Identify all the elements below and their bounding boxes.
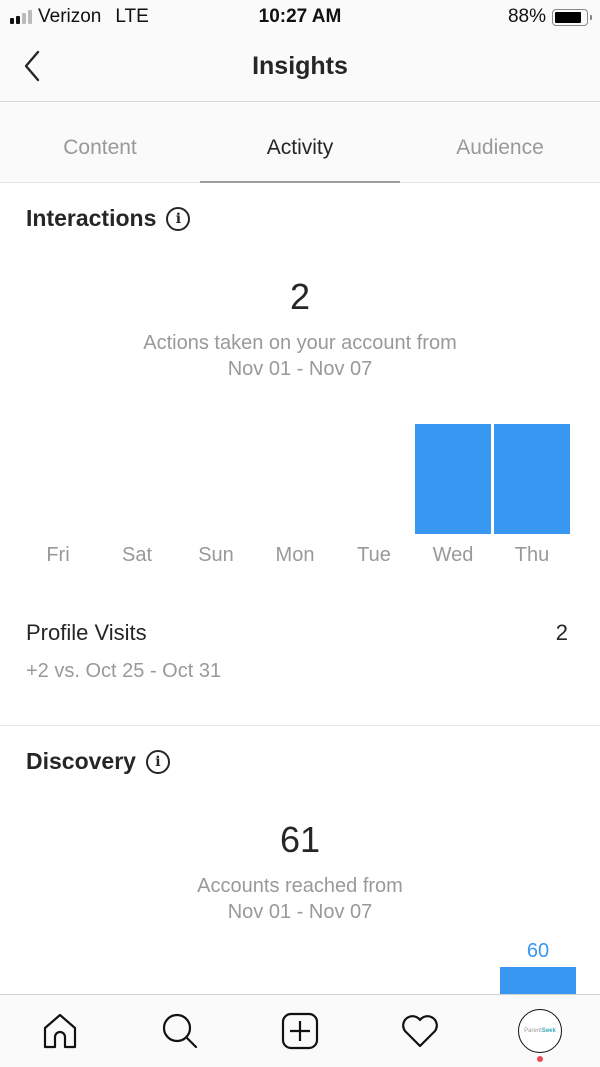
profile-visits-comparison: +2 vs. Oct 25 - Oct 31 — [26, 660, 222, 682]
page-title: Insights — [252, 52, 348, 80]
nav-header: Insights — [0, 34, 600, 102]
battery-icon — [552, 8, 592, 26]
interactions-title: Interactions — [26, 205, 157, 231]
discovery-caption-line1: Accounts reached from — [197, 875, 403, 897]
tab-content[interactable]: Content — [0, 103, 200, 182]
info-icon[interactable]: i — [166, 206, 191, 231]
info-icon[interactable]: i — [145, 749, 170, 774]
discovery-caption-line2: Nov 01 - Nov 07 — [227, 901, 373, 923]
chart-xlabel-sun: Sun — [198, 544, 234, 566]
profile-visits-label: Profile Visits — [26, 620, 147, 645]
bottom-nav: Parent Seek — [0, 994, 600, 1067]
profile-visits-value: 2 — [555, 620, 568, 645]
avatar-text-parent: Parent — [524, 1028, 542, 1034]
interactions-bar-chart: Fri Sat Sun Mon Tue Wed Thu — [22, 410, 578, 580]
heart-icon — [402, 1015, 438, 1048]
chart-xlabel-sat: Sat — [121, 544, 153, 566]
profile-visits-row[interactable]: Profile Visits 2 — [26, 620, 568, 650]
nav-search[interactable] — [120, 995, 240, 1067]
tab-activity[interactable]: Activity — [200, 103, 400, 183]
discovery-title: Discovery — [26, 748, 136, 774]
interactions-caption-line1: Actions taken on your account from — [143, 332, 457, 354]
discovery-total: 61 — [279, 819, 321, 860]
chart-xlabel-tue: Tue — [357, 544, 391, 566]
battery-status: 88% — [507, 6, 592, 28]
interactions-caption-line2: Nov 01 - Nov 07 — [227, 358, 373, 380]
chart-bar-wed[interactable] — [415, 424, 491, 534]
chart-xlabel-thu: Thu — [514, 544, 550, 566]
discovery-bar-label-thu: 60 — [526, 940, 550, 962]
nav-new-post[interactable] — [240, 995, 360, 1067]
discovery-bar-thu — [500, 967, 576, 994]
avatar-text-seek: Seek — [541, 1028, 556, 1034]
chart-bar-thu[interactable] — [494, 424, 570, 534]
chart-xlabel-fri: Fri — [46, 544, 70, 566]
nav-activity[interactable] — [360, 995, 480, 1067]
battery-percent: 88% — [507, 6, 546, 27]
avatar: Parent Seek — [518, 1009, 562, 1053]
search-icon — [162, 1013, 198, 1049]
chart-xlabel-mon: Mon — [275, 544, 315, 566]
home-icon — [43, 1013, 77, 1049]
nav-home[interactable] — [0, 995, 120, 1067]
status-bar: Verizon LTE 10:27 AM 88% — [0, 0, 600, 34]
discovery-heading: Discovery i — [26, 748, 170, 775]
section-divider — [0, 725, 600, 726]
plus-square-icon — [281, 1012, 319, 1050]
nav-profile[interactable]: Parent Seek — [480, 995, 600, 1067]
insights-tabs: Content Activity Audience — [0, 103, 600, 183]
tab-audience[interactable]: Audience — [400, 103, 600, 182]
interactions-total: 2 — [289, 276, 311, 317]
notification-dot — [537, 1056, 543, 1062]
chart-xlabel-wed: Wed — [432, 544, 474, 566]
interactions-heading: Interactions i — [26, 205, 191, 232]
